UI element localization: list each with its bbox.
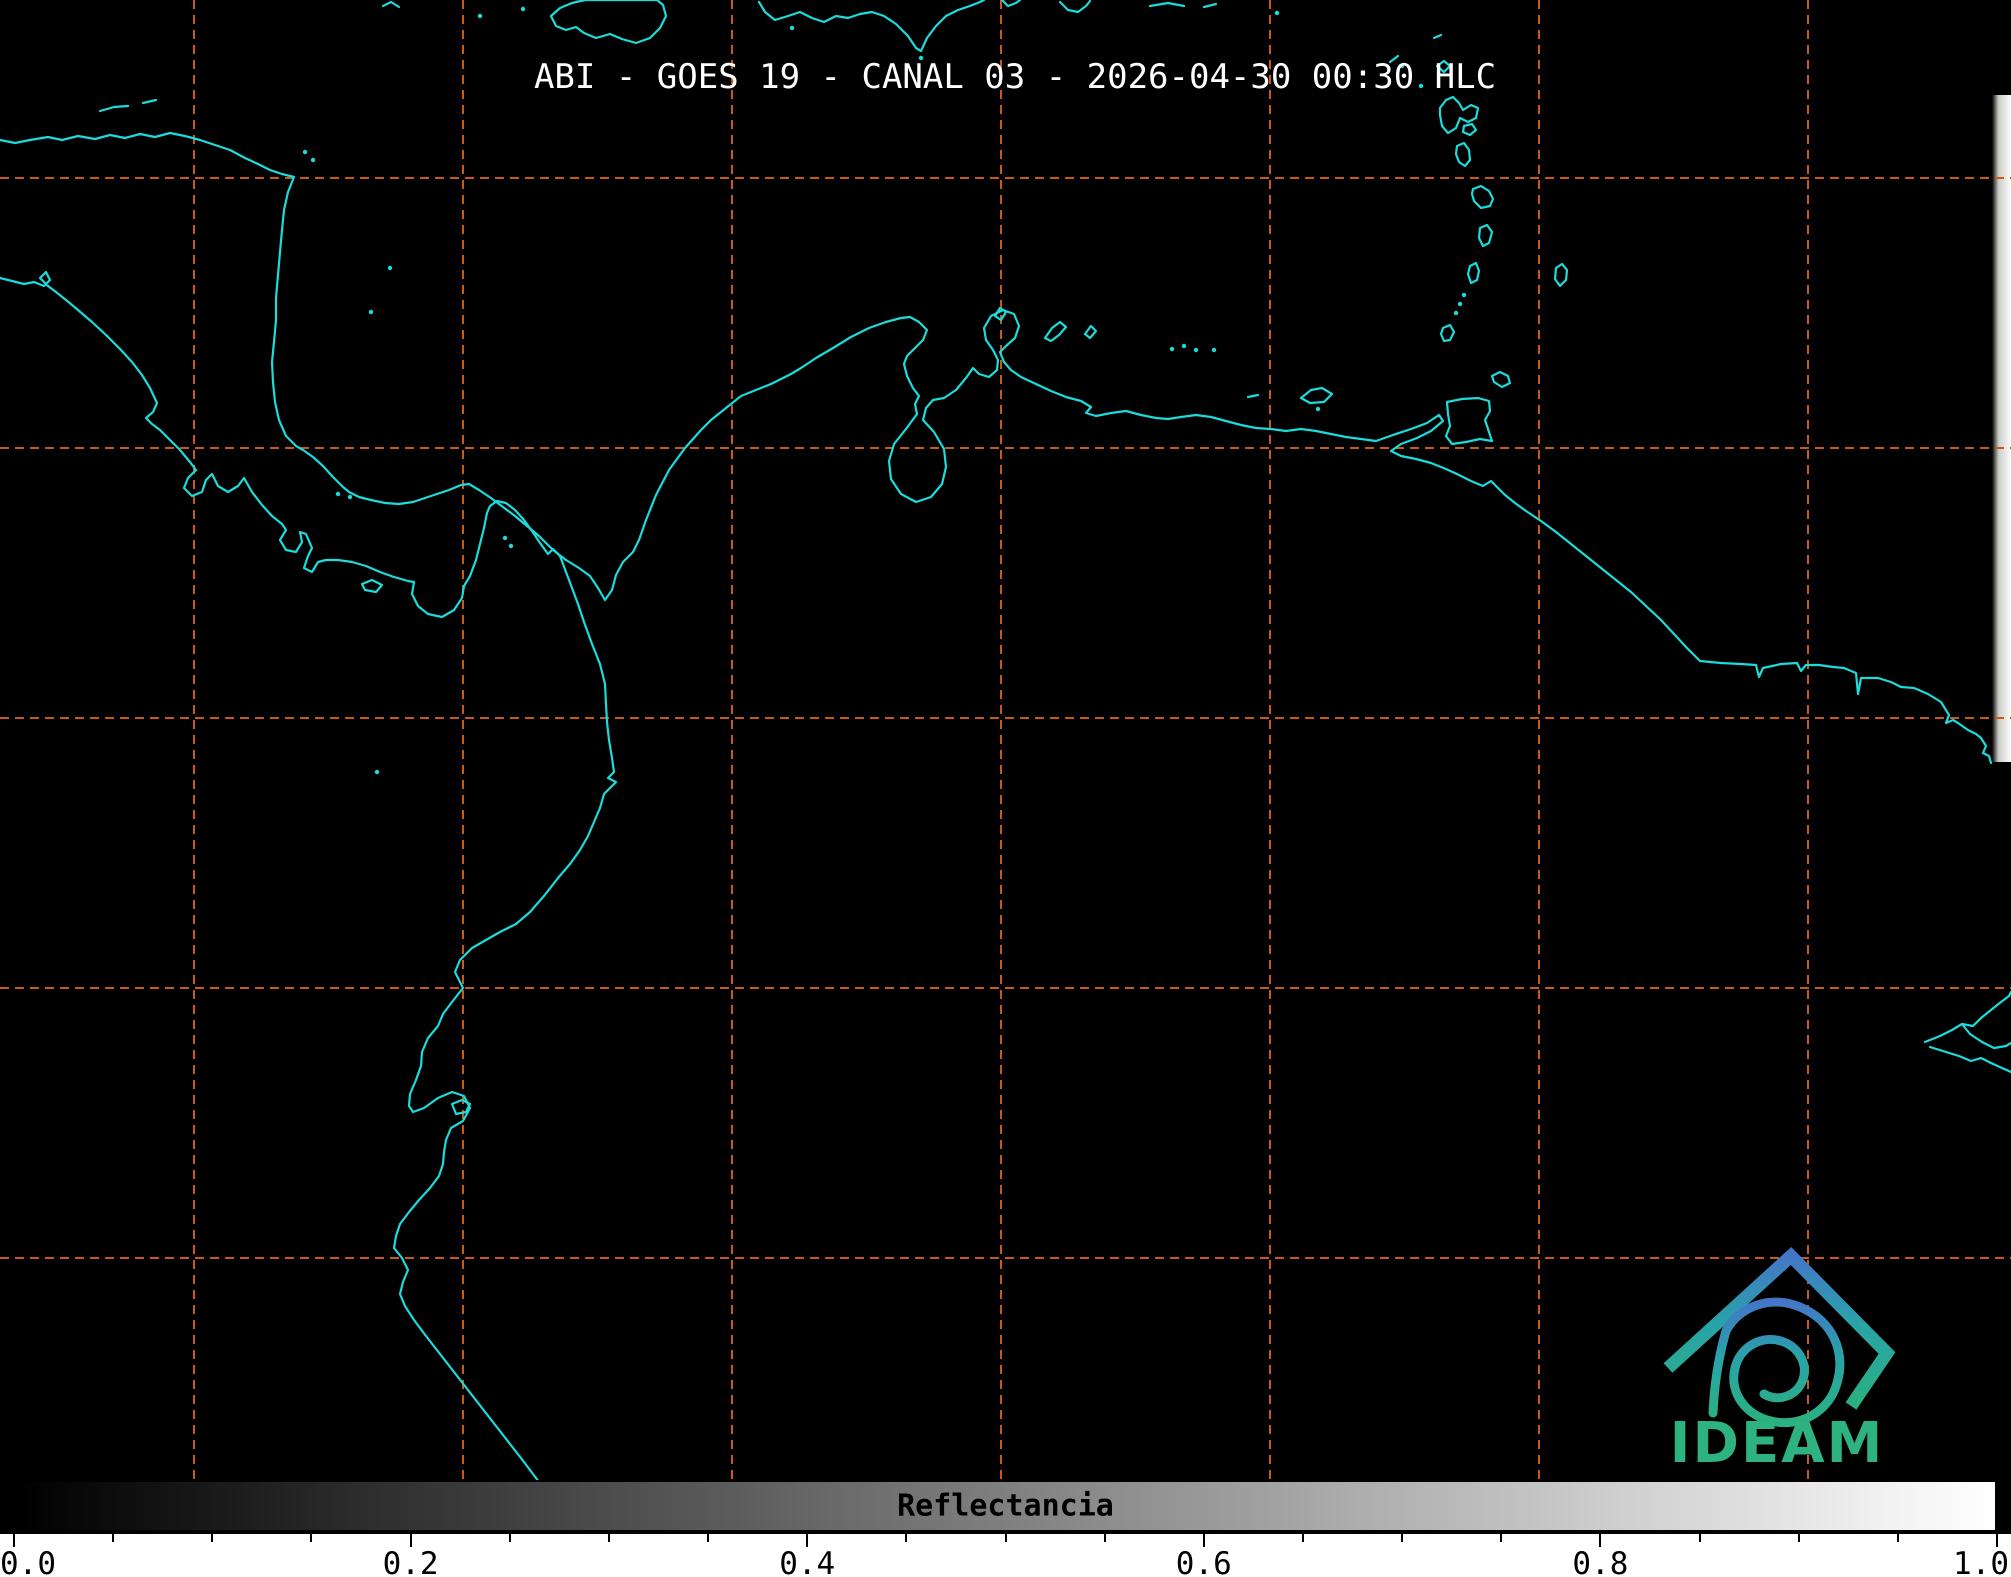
ideam-logo-roof	[1663, 1246, 1896, 1410]
small-island-dot	[1181, 343, 1187, 349]
colorbar-minor-tick	[1401, 1532, 1404, 1542]
small-island-dot	[502, 535, 508, 541]
small-island-dot	[477, 13, 483, 19]
satellite-image-viewer: IDEAM ABI - GOES 19 - CANAL 03 - 2026-04…	[0, 0, 2011, 1577]
colorbar: Reflectancia	[14, 1480, 1997, 1532]
small-island-dot	[1169, 346, 1175, 352]
coastline-guadeloupe	[1438, 95, 1480, 135]
colorbar-major-tick	[1202, 1532, 1205, 1547]
coastline-dominica	[1454, 141, 1472, 168]
small-island-dot	[1315, 406, 1321, 412]
coastline-amazon-river-branch	[1960, 1022, 2011, 1050]
small-island-dot	[1211, 347, 1217, 353]
coastline-virgin-islands-fragment	[1202, 2, 1218, 9]
colorbar-minor-tick	[1103, 1532, 1106, 1542]
colorbar-minor-tick	[508, 1532, 511, 1542]
colorbar-tick-label: 0.2	[382, 1546, 439, 1577]
coastline-jamaica	[549, 0, 668, 45]
colorbar-minor-tick	[707, 1532, 710, 1542]
colorbar-major-tick	[13, 1532, 15, 1547]
colorbar-minor-tick	[1004, 1532, 1007, 1542]
colorbar-tick-label: 0.0	[0, 1546, 56, 1577]
coastline-la-tortuga	[1246, 393, 1260, 399]
coastline-amazon-river-south	[1928, 1045, 2011, 1074]
coastline-punta-cana-fragment	[1058, 0, 1092, 14]
coastline-hispaniola-fragment-east	[1000, 0, 1022, 8]
small-island-dot	[1193, 347, 1199, 353]
colorbar-minor-tick	[1896, 1532, 1899, 1542]
small-island-dot	[1457, 301, 1463, 307]
colorbar-tick-label: 1.0	[1953, 1546, 2009, 1577]
latlon-grid	[0, 0, 2011, 1480]
coastline-roatan	[98, 104, 130, 113]
ideam-logo-spiral	[1708, 1297, 1845, 1428]
coastline-martinique	[1470, 184, 1495, 210]
colorbar-minor-tick	[1698, 1532, 1701, 1542]
colorbar-minor-tick	[1500, 1532, 1503, 1542]
ideam-logo-text: IDEAM	[1670, 1411, 1885, 1476]
satellite-map: IDEAM	[0, 0, 2011, 1480]
small-island-dot	[310, 157, 316, 163]
small-island-dot	[508, 543, 514, 549]
colorbar-minor-tick	[607, 1532, 610, 1542]
small-island-dot	[374, 769, 380, 775]
coastline-bonaire	[1083, 324, 1098, 340]
colorbar-major-tick	[1996, 1532, 1998, 1547]
dawn-terminator-band	[1992, 95, 2011, 762]
colorbar-minor-tick	[112, 1532, 115, 1542]
colorbar-minor-tick	[211, 1532, 214, 1542]
coastline-barbados	[1553, 262, 1569, 288]
small-island-dot	[347, 494, 353, 500]
coastline-guanaja	[141, 98, 158, 105]
coastline-top-fragment	[381, 0, 401, 9]
small-island-dot	[520, 6, 526, 12]
small-island-dot	[302, 149, 308, 155]
coastline-trinidad	[1444, 396, 1494, 446]
coastline-amazon-river-north	[1923, 990, 2011, 1044]
colorbar-tick-label: 0.4	[779, 1546, 836, 1577]
coastline-coiba	[360, 578, 384, 594]
coastline-hispaniola-south-coast	[757, 0, 986, 53]
coastline-curacao	[1043, 320, 1068, 343]
small-island-dot	[335, 491, 341, 497]
terminator-rect	[1992, 95, 2011, 762]
colorbar-minor-tick	[310, 1532, 313, 1542]
colorbar-minor-tick	[905, 1532, 908, 1542]
coastline-puerto-rico-fragment	[1148, 1, 1186, 8]
coastline-margarita	[1299, 386, 1334, 405]
small-island-dot	[1461, 292, 1467, 298]
ideam-logo: IDEAM	[1663, 1246, 1896, 1476]
small-island-dot	[387, 265, 393, 271]
colorbar-major-tick	[409, 1532, 412, 1547]
coastline-barbuda	[1432, 33, 1443, 40]
small-island-dot	[1453, 310, 1459, 316]
colorbar-label: Reflectancia	[897, 1488, 1114, 1524]
coastline-marie-galante	[1461, 122, 1478, 137]
coastline-grenada	[1439, 323, 1456, 343]
small-island-dot	[368, 309, 374, 315]
coastline-st-lucia	[1477, 223, 1494, 248]
colorbar-minor-tick	[1301, 1532, 1304, 1542]
colorbar-major-tick	[806, 1532, 809, 1547]
small-island-dot	[789, 25, 795, 31]
colorbar-major-tick	[1599, 1532, 1602, 1547]
colorbar-tick-label: 0.6	[1175, 1546, 1232, 1577]
colorbar-tick-label: 0.8	[1572, 1546, 1629, 1577]
coastline-st-vincent	[1466, 261, 1481, 285]
image-title: ABI - GOES 19 - CANAL 03 - 2026-04-30 00…	[533, 57, 1497, 97]
coastline-tobago	[1490, 370, 1512, 389]
small-island-dot	[1274, 10, 1280, 16]
colorbar-minor-tick	[1797, 1532, 1800, 1542]
